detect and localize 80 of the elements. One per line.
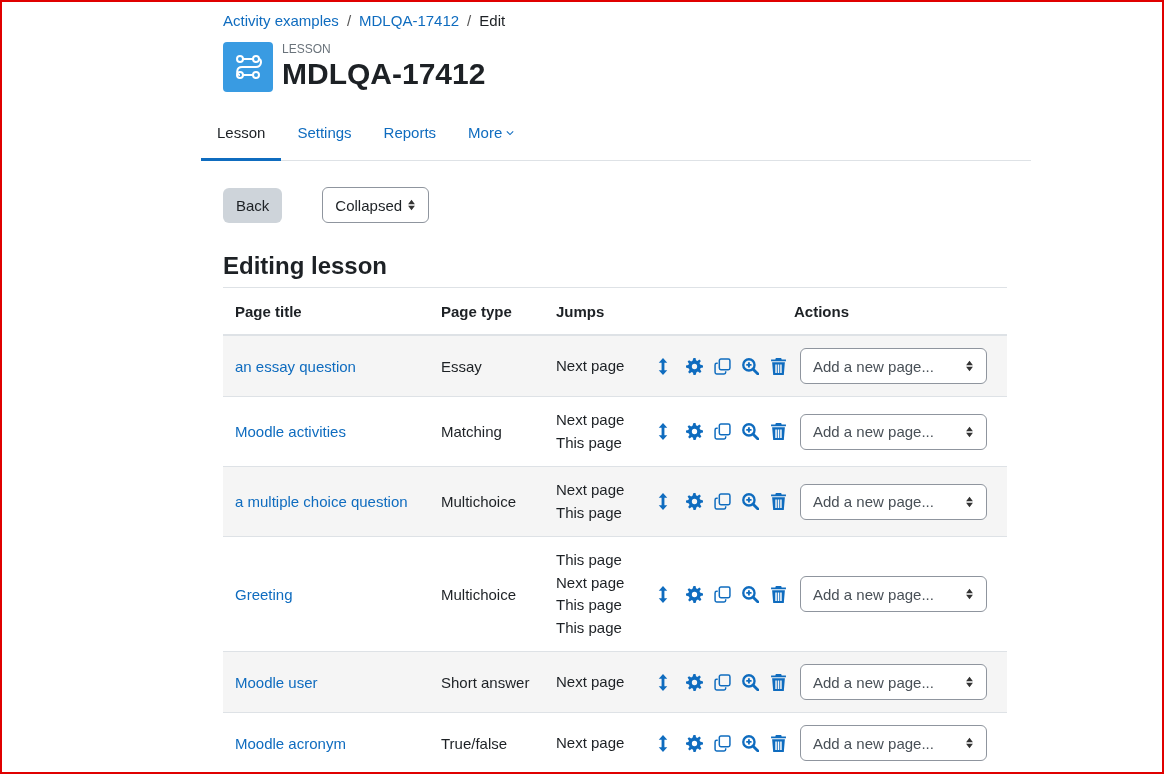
duplicate-icon[interactable]	[714, 423, 731, 440]
jump-text: Next page	[556, 410, 626, 430]
breadcrumb-separator: /	[467, 11, 472, 29]
add-page-select[interactable]: Add a new page...	[800, 483, 987, 520]
jump-text: Next page	[556, 671, 626, 692]
jump-text: This page	[556, 550, 623, 570]
settings-icon[interactable]	[686, 734, 703, 752]
move-icon[interactable]	[658, 493, 668, 510]
nav-tab[interactable]: Lesson	[201, 108, 282, 161]
zoom-in-icon[interactable]	[742, 423, 759, 440]
sort-arrows-icon	[965, 676, 974, 688]
move-icon[interactable]	[658, 357, 668, 375]
move-icon[interactable]	[658, 673, 668, 691]
page-title-link[interactable]: Moodle activities	[235, 423, 346, 440]
settings-icon[interactable]	[686, 585, 703, 603]
settings-icon[interactable]	[686, 673, 703, 691]
table-cell: Matching	[441, 423, 502, 440]
duplicate-icon[interactable]	[714, 585, 731, 603]
breadcrumb-current: Edit	[479, 11, 506, 29]
view-mode-select[interactable]: Collapsed	[322, 187, 430, 223]
duplicate-icon[interactable]	[714, 357, 731, 375]
settings-icon[interactable]	[686, 423, 703, 440]
page-title: MDLQA-17412	[282, 56, 486, 92]
sort-arrows-icon	[965, 425, 974, 438]
zoom-in-icon[interactable]	[742, 357, 759, 375]
sort-arrows-icon	[407, 199, 417, 211]
nav-tab[interactable]: Settings	[281, 108, 368, 161]
delete-icon[interactable]	[770, 493, 787, 510]
table-cell: Essay	[441, 357, 482, 375]
duplicate-icon[interactable]	[714, 673, 731, 691]
jump-text: This page	[556, 595, 623, 615]
add-page-select[interactable]: Add a new page...	[800, 348, 987, 384]
move-icon[interactable]	[658, 423, 668, 440]
sort-arrows-icon	[965, 737, 974, 749]
jump-text: Next page	[556, 572, 626, 593]
jump-text: Next page	[556, 355, 626, 376]
add-page-select[interactable]: Add a new page...	[800, 576, 987, 612]
move-icon[interactable]	[658, 734, 668, 752]
settings-icon[interactable]	[686, 357, 703, 375]
table-cell: True/false	[441, 734, 508, 752]
page-title-link[interactable]: Moodle user	[235, 673, 318, 691]
page-title-link[interactable]: Greeting	[235, 585, 293, 603]
jump-text: This page	[556, 432, 623, 453]
breadcrumb-link[interactable]: MDLQA-17412	[359, 11, 460, 29]
back-button[interactable]: Back	[223, 187, 283, 223]
breadcrumb-separator: /	[346, 11, 352, 29]
zoom-in-icon[interactable]	[742, 493, 759, 510]
sort-arrows-icon	[965, 495, 974, 508]
jump-text: Next page	[556, 732, 626, 753]
add-page-select[interactable]: Add a new page...	[800, 725, 987, 761]
table-cell: Short answer	[441, 673, 530, 691]
jump-text: This page	[556, 617, 623, 638]
nav-tab[interactable]: More	[452, 108, 531, 161]
zoom-in-icon[interactable]	[742, 585, 759, 603]
delete-icon[interactable]	[770, 734, 787, 752]
delete-icon[interactable]	[770, 357, 787, 375]
section-heading: Editing lesson	[223, 251, 388, 281]
breadcrumb-link[interactable]: Activity examples	[223, 11, 339, 29]
jump-text: This page	[556, 502, 623, 523]
lesson-icon	[223, 42, 273, 92]
settings-icon[interactable]	[686, 493, 703, 510]
add-page-select[interactable]: Add a new page...	[800, 413, 987, 450]
zoom-in-icon[interactable]	[742, 673, 759, 691]
page-title-link[interactable]: an essay question	[235, 357, 356, 375]
delete-icon[interactable]	[770, 423, 787, 440]
delete-icon[interactable]	[770, 673, 787, 691]
sort-arrows-icon	[965, 360, 974, 372]
duplicate-icon[interactable]	[714, 493, 731, 510]
sort-arrows-icon	[965, 588, 974, 600]
zoom-in-icon[interactable]	[742, 734, 759, 752]
jump-text: Next page	[556, 480, 626, 500]
nav-tab[interactable]: Reports	[367, 108, 453, 161]
table-cell: Multichoice	[441, 585, 517, 603]
activity-type-label: LESSON	[282, 42, 332, 56]
table-cell: Multichoice	[441, 493, 517, 510]
page-title-link[interactable]: Moodle acronym	[235, 734, 346, 752]
add-page-select[interactable]: Add a new page...	[800, 664, 987, 700]
delete-icon[interactable]	[770, 585, 787, 603]
move-icon[interactable]	[658, 585, 668, 603]
duplicate-icon[interactable]	[714, 734, 731, 752]
